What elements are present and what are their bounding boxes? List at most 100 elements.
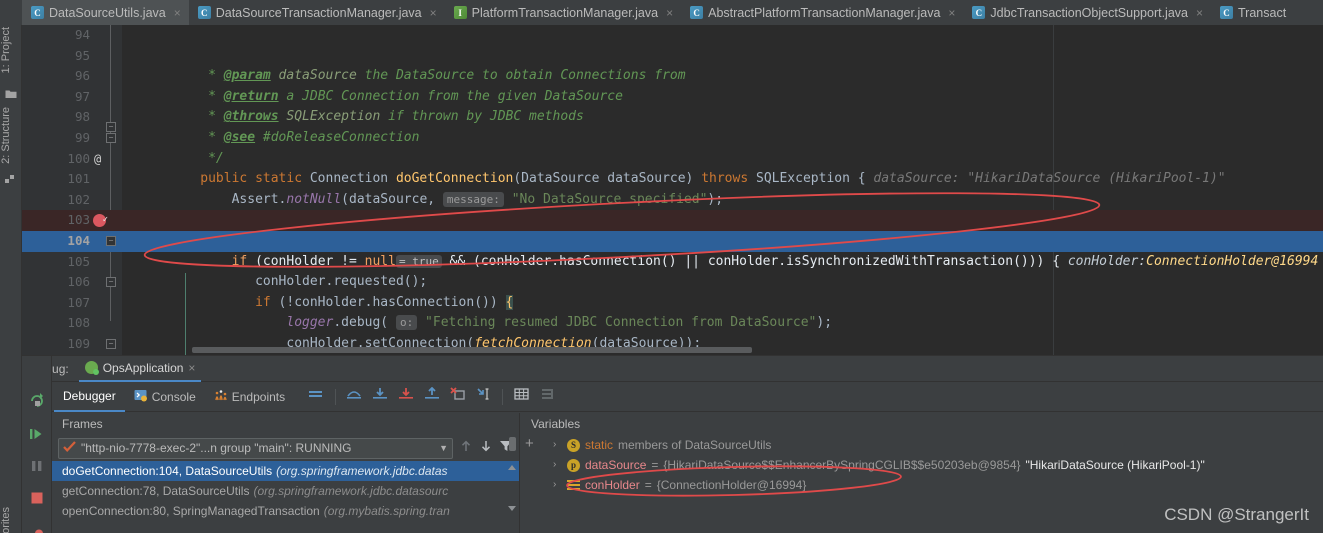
table-row[interactable]: doGetConnection:104, DataSourceUtils (or… xyxy=(52,461,519,481)
fold-toggle-icon[interactable]: − xyxy=(106,235,116,246)
thread-running-icon xyxy=(63,440,76,456)
frame-method: doGetConnection:104, DataSourceUtils xyxy=(62,464,273,478)
rerun-icon[interactable] xyxy=(29,392,45,408)
code-line-108: 108 conHolder.setConnection(fetchConnect… xyxy=(22,313,1323,351)
code-line-105: 105 conHolder.requested(); xyxy=(22,252,1323,290)
editor-tab-3[interactable]: C AbstractPlatformTransactionManager.jav… xyxy=(681,0,963,25)
variables-title: Variables xyxy=(531,417,581,431)
static-member-icon: S xyxy=(567,438,580,452)
drop-frame-icon[interactable] xyxy=(445,387,471,406)
list-item[interactable]: › conHolder = {ConnectionHolder@16994} xyxy=(543,475,1323,495)
editor-tab-5[interactable]: C Transact xyxy=(1211,0,1294,25)
sidebar-item-project[interactable]: 1: Project xyxy=(0,27,22,73)
editor-tab-0[interactable]: C DataSourceUtils.java × xyxy=(22,0,189,25)
line-number: 95 xyxy=(74,47,90,63)
chevron-down-icon[interactable]: ▼ xyxy=(439,443,448,453)
idea-window: C DataSourceUtils.java × C DataSourceTra… xyxy=(0,0,1323,533)
step-out-icon[interactable] xyxy=(419,386,445,406)
line-number: 96 xyxy=(74,68,90,84)
debug-session-tab[interactable]: OpsApplication × xyxy=(78,356,202,382)
editor-tab-label: JdbcTransactionObjectSupport.java xyxy=(990,5,1188,20)
code-line-94: 94 * <p>Directly accessed by {@link Tran… xyxy=(22,25,1323,46)
tab-console[interactable]: Console xyxy=(125,382,205,412)
code-lines: 94 * <p>Directly accessed by {@link Tran… xyxy=(22,25,1323,355)
editor-horizontal-scrollbar[interactable] xyxy=(192,347,752,353)
close-icon[interactable]: × xyxy=(430,6,437,20)
editor-tab-1[interactable]: C DataSourceTransactionManager.java × xyxy=(189,0,445,25)
variables-tree[interactable]: + › S static members of DataSourceUtils … xyxy=(521,435,1323,497)
view-breakpoints-icon[interactable] xyxy=(29,528,45,533)
editor-tab-2[interactable]: I PlatformTransactionManager.java × xyxy=(445,0,681,25)
field-icon: p xyxy=(567,458,580,472)
run-to-cursor-icon[interactable] xyxy=(471,387,497,406)
tab-debugger-label: Debugger xyxy=(63,388,116,403)
line-number: 105 xyxy=(67,253,90,269)
sidebar-item-favorites[interactable]: Favorites xyxy=(0,507,22,533)
code-line-103: 103 ConnectionHolder conHolder = (Connec… xyxy=(22,210,1323,248)
step-over-icon[interactable] xyxy=(341,387,367,406)
frames-scrollbar[interactable] xyxy=(509,437,516,451)
thread-selector[interactable]: "http-nio-7778-exec-2"...n group "main":… xyxy=(58,437,453,459)
chevron-right-icon[interactable]: › xyxy=(553,475,562,495)
variable-suffix: members of DataSourceUtils xyxy=(618,438,772,452)
debug-toolbar: Debugger Console Endpoints xyxy=(22,382,1323,412)
fold-toggle-icon[interactable]: − xyxy=(106,338,116,349)
debug-side-toolbar xyxy=(22,356,52,533)
editor-tab-4[interactable]: C JdbcTransactionObjectSupport.java × xyxy=(963,0,1211,25)
java-class-icon: C xyxy=(690,6,704,19)
toolbar-separator xyxy=(335,388,337,405)
show-execution-point-icon[interactable] xyxy=(302,387,330,406)
close-icon[interactable]: × xyxy=(666,6,673,20)
close-icon[interactable]: × xyxy=(174,6,181,20)
line-number: 109 xyxy=(67,335,90,351)
frame-package: (org.springframework.jdbc.datasourc xyxy=(253,484,449,498)
list-item[interactable]: › p dataSource = {HikariDataSource$$Enha… xyxy=(543,455,1323,475)
list-item[interactable]: › S static members of DataSourceUtils xyxy=(543,435,1323,455)
java-interface-icon: I xyxy=(453,6,467,19)
fold-toggle-icon[interactable]: − xyxy=(106,132,116,143)
java-class-icon: C xyxy=(197,6,211,19)
chevron-right-icon[interactable]: › xyxy=(553,435,562,455)
code-line-98: 98 * @see #doReleaseConnection − xyxy=(22,107,1323,145)
step-into-icon[interactable] xyxy=(367,387,393,406)
code-line-97: 97 * @throws SQLException if thrown by J… xyxy=(22,87,1323,125)
breakpoint-icon[interactable] xyxy=(93,210,108,231)
close-icon[interactable]: × xyxy=(188,361,195,375)
scroll-up-icon[interactable] xyxy=(507,459,517,477)
plus-icon[interactable]: + xyxy=(525,435,534,452)
close-icon[interactable]: × xyxy=(1196,6,1203,20)
frame-package: (org.springframework.jdbc.datas xyxy=(276,464,448,478)
frame-method: openConnection:80, SpringManagedTransact… xyxy=(62,504,320,518)
editor-tab-label: DataSourceTransactionManager.java xyxy=(215,5,422,20)
code-line-104: 104− if (conHolder != null = true && (con… xyxy=(22,230,1323,269)
resume-program-icon[interactable] xyxy=(29,426,45,442)
code-editor[interactable]: 94 * <p>Directly accessed by {@link Tran… xyxy=(22,25,1323,355)
table-row[interactable]: openConnection:80, SpringManagedTransact… xyxy=(52,501,519,521)
line-number: 98 xyxy=(74,109,90,125)
evaluate-expression-icon[interactable] xyxy=(508,387,535,406)
chevron-right-icon[interactable]: › xyxy=(553,455,562,475)
console-icon xyxy=(134,389,147,405)
fold-toggle-icon[interactable]: − xyxy=(106,277,116,288)
pause-program-icon[interactable] xyxy=(29,458,45,474)
table-row[interactable]: getConnection:78, DataSourceUtils (org.s… xyxy=(52,481,519,501)
tab-endpoints[interactable]: Endpoints xyxy=(205,382,294,412)
move-down-icon[interactable] xyxy=(479,439,493,458)
frames-title: Frames xyxy=(62,417,103,431)
scroll-down-icon[interactable] xyxy=(507,499,517,517)
code-line-99: 99 */ − xyxy=(22,128,1323,166)
tab-debugger[interactable]: Debugger xyxy=(54,382,125,412)
editor-tab-label: DataSourceUtils.java xyxy=(49,5,166,20)
sidebar-item-structure[interactable]: 2: Structure xyxy=(0,107,22,164)
stop-icon[interactable] xyxy=(29,490,45,506)
mute-breakpoints-icon[interactable] xyxy=(535,387,562,406)
force-step-into-icon[interactable] xyxy=(393,387,419,406)
close-icon[interactable]: × xyxy=(948,6,955,20)
debug-tool-window: Debug: OpsApplication × Debugger C xyxy=(22,355,1323,533)
frame-method: getConnection:78, DataSourceUtils xyxy=(62,484,250,498)
move-up-icon[interactable] xyxy=(459,439,473,458)
frames-list[interactable]: doGetConnection:104, DataSourceUtils (or… xyxy=(52,437,519,521)
annotation-gutter-icon[interactable]: @ xyxy=(94,149,101,170)
toolbar-separator xyxy=(502,388,504,405)
tab-endpoints-label: Endpoints xyxy=(231,389,286,404)
